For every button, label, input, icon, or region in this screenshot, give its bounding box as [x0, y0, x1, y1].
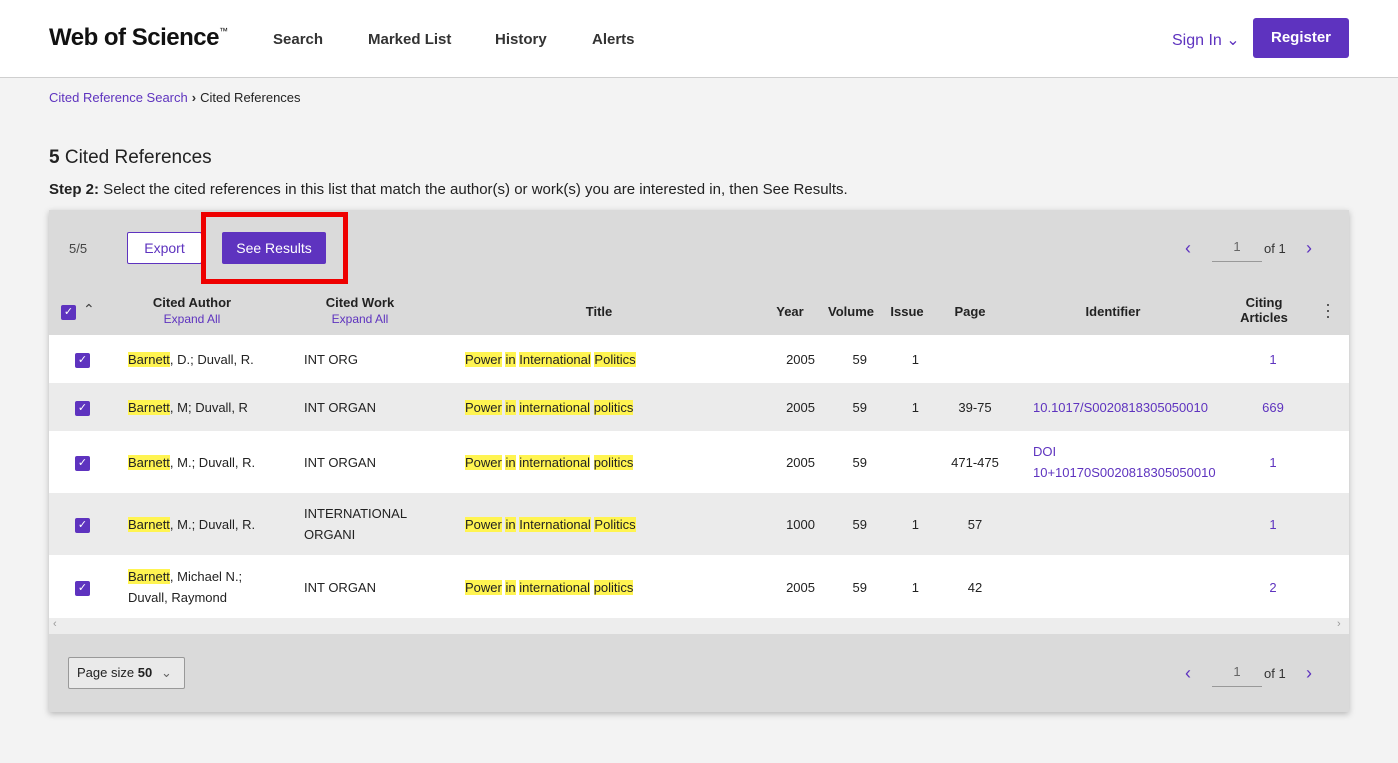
page-total: of 1	[1264, 241, 1286, 256]
expand-all-authors-link[interactable]: Expand All	[137, 312, 247, 326]
row-checkbox[interactable]: ✓	[75, 518, 90, 533]
nav-marked-list[interactable]: Marked List	[368, 31, 451, 48]
year: 2005	[786, 455, 815, 470]
collapse-chevron-up-icon[interactable]: ⌃	[83, 301, 95, 318]
next-page-icon[interactable]: ›	[1306, 238, 1312, 259]
sign-in-menu[interactable]: Sign In ⌄	[1172, 30, 1240, 50]
page-range: 39-75	[958, 400, 992, 415]
nav-search[interactable]: Search	[273, 31, 323, 48]
column-cited-author: Cited Author Expand All	[137, 295, 247, 326]
column-cited-work: Cited Work Expand All	[305, 295, 415, 326]
cited-author: Barnett, M.; Duvall, R.	[128, 517, 256, 532]
page-range: 42	[967, 579, 983, 595]
issue: 1	[911, 352, 919, 367]
cited-work: INT ORG	[304, 352, 358, 367]
scroll-right-icon[interactable]: ›	[1337, 618, 1341, 630]
row-checkbox[interactable]: ✓	[75, 580, 90, 596]
cited-author: Barnett, M; Duvall, R	[128, 400, 248, 415]
table-row[interactable]: ✓ Barnett, M.; Duvall, R. INTERNATIONAL ORG…	[49, 493, 1349, 555]
citing-articles-link[interactable]: 669	[1243, 397, 1303, 418]
year: 2005	[786, 400, 815, 415]
table-row[interactable]: ✓ Barnett, M.; Duvall, R. INT ORGAN Power i…	[49, 431, 1349, 493]
step-instructions: Step 2: Select the cited references in t…	[49, 181, 848, 198]
year: 1000	[786, 517, 815, 532]
reference-title: Power in international politics	[465, 455, 634, 470]
identifier-link[interactable]: 10.1017/S0020818305050010	[1033, 397, 1233, 418]
see-results-button[interactable]: See Results	[222, 232, 326, 264]
page-title: 5 Cited References	[49, 147, 212, 168]
reference-title: Power in International Politics	[465, 517, 636, 532]
column-volume: Volume	[828, 304, 874, 319]
row-checkbox[interactable]: ✓	[75, 456, 90, 471]
cited-author: Barnett, M.; Duvall, R.	[128, 455, 256, 470]
select-all-checkbox[interactable]: ✓	[61, 305, 76, 320]
issue: 1	[911, 517, 919, 532]
year: 2005	[786, 352, 815, 367]
issue: 1	[911, 579, 919, 595]
table-row[interactable]: ✓ Barnett, M; Duvall, R INT ORGAN Power in …	[49, 383, 1349, 431]
web-of-science-logo[interactable]: Web of Science™	[49, 24, 228, 52]
top-header: Web of Science™ Search Marked List Histo…	[0, 0, 1398, 78]
table-header: ✓ ⌃ Cited Author Expand All Cited Work E…	[49, 287, 1349, 335]
cited-work: INT ORGAN	[304, 579, 376, 595]
breadcrumb-separator-icon: ›	[191, 90, 197, 105]
prev-page-icon[interactable]: ‹	[1185, 238, 1191, 259]
column-issue: Issue	[890, 304, 924, 319]
cited-author: Barnett, Michael N.; Duvall, Raymond	[128, 568, 243, 605]
volume: 59	[852, 455, 867, 470]
citing-articles-link[interactable]: 2	[1243, 577, 1303, 598]
column-title: Title	[585, 304, 613, 319]
column-options-icon[interactable]: · · ·	[1324, 295, 1332, 325]
page-size-select[interactable]: Page size 50 ⌄	[68, 657, 185, 689]
year: 2005	[786, 579, 815, 595]
column-identifier: Identifier	[1085, 304, 1141, 319]
cited-work: INT ORGAN	[304, 455, 376, 470]
page-number-input[interactable]: 1	[1212, 661, 1262, 687]
column-year: Year	[776, 304, 804, 319]
page-total: of 1	[1264, 666, 1286, 681]
nav-alerts[interactable]: Alerts	[592, 31, 635, 48]
register-button[interactable]: Register	[1253, 18, 1349, 58]
volume: 59	[852, 400, 867, 415]
cited-work: INTERNATIONAL ORGANI	[304, 506, 408, 542]
row-checkbox[interactable]: ✓	[75, 353, 90, 368]
column-citing-articles: Citing Articles	[1240, 295, 1288, 325]
citing-articles-link[interactable]: 1	[1243, 514, 1303, 535]
cited-author: Barnett, D.; Duvall, R.	[128, 352, 254, 367]
column-page: Page	[954, 304, 986, 319]
breadcrumb-current: Cited References	[200, 90, 301, 105]
issue: 1	[911, 400, 919, 415]
cited-work: INT ORGAN	[304, 400, 376, 415]
export-button[interactable]: Export	[127, 232, 202, 264]
horizontal-scrollbar[interactable]: ‹ ›	[49, 618, 1349, 634]
volume: 59	[852, 352, 867, 367]
table-row[interactable]: ✓ Barnett, D.; Duvall, R. INT ORG Power in …	[49, 335, 1349, 383]
page-range: 471-475	[951, 455, 999, 470]
row-checkbox[interactable]: ✓	[75, 401, 90, 416]
breadcrumb-cited-reference-search[interactable]: Cited Reference Search	[49, 90, 188, 105]
citing-articles-link[interactable]: 1	[1243, 452, 1303, 473]
results-panel: 5/5 Export See Results ‹ 1 of 1 › ✓ ⌃ Ci…	[49, 210, 1349, 712]
reference-title: Power in International Politics	[465, 352, 636, 367]
reference-title: Power in international politics	[465, 400, 634, 415]
chevron-down-icon: ⌄	[161, 665, 172, 680]
page-range: 57	[967, 517, 983, 532]
volume: 59	[852, 517, 867, 532]
reference-title: Power in international politics	[465, 579, 634, 595]
page-number-input[interactable]: 1	[1212, 236, 1262, 262]
citing-articles-link[interactable]: 1	[1243, 349, 1303, 370]
next-page-icon[interactable]: ›	[1306, 663, 1312, 684]
scroll-left-icon[interactable]: ‹	[53, 618, 57, 630]
identifier-link[interactable]: DOI 10+10170S0020818305050010	[1033, 441, 1233, 483]
nav-history[interactable]: History	[495, 31, 547, 48]
breadcrumb: Cited Reference Search › Cited References	[49, 90, 301, 105]
expand-all-works-link[interactable]: Expand All	[305, 312, 415, 326]
volume: 59	[852, 579, 867, 595]
selected-count: 5/5	[69, 241, 88, 256]
table-row[interactable]: ✓ Barnett, Michael N.; Duvall, Raymond INT …	[49, 555, 1349, 618]
prev-page-icon[interactable]: ‹	[1185, 663, 1191, 684]
